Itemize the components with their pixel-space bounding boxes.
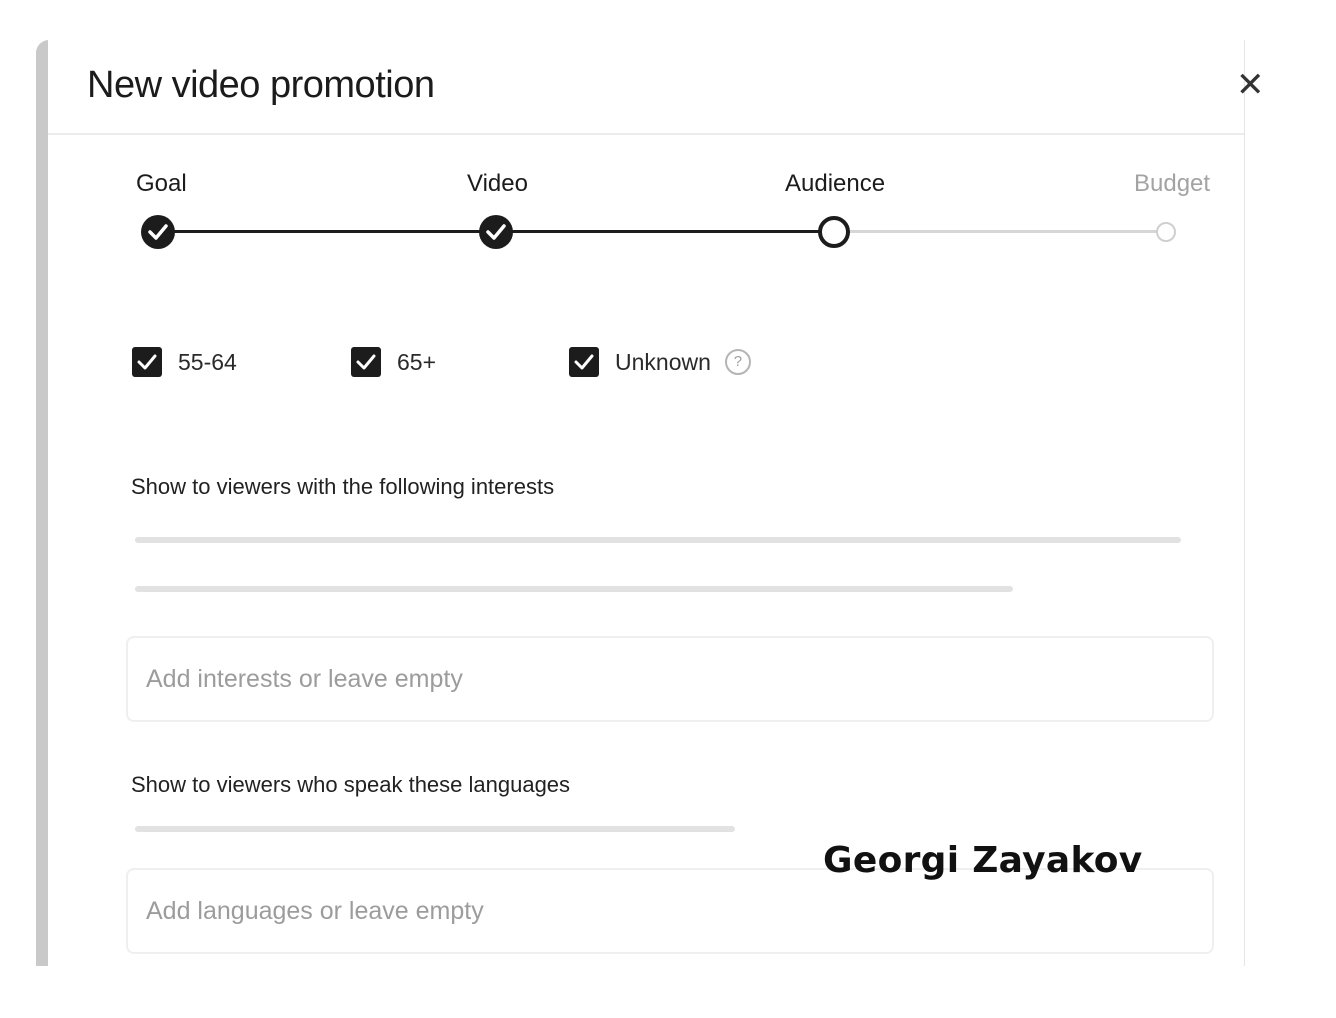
checkbox-checked-icon[interactable] <box>132 347 162 377</box>
dialog-header: New video promotion ✕ <box>48 40 1265 135</box>
stepper-track-video-audience <box>498 230 834 233</box>
help-icon[interactable]: ? <box>724 349 751 375</box>
age-option-label: Unknown <box>615 348 711 375</box>
age-option-label: 55-64 <box>178 348 237 375</box>
step-node-budget[interactable] <box>1156 222 1176 242</box>
step-node-video-check-icon[interactable] <box>479 215 513 249</box>
age-option-65-plus[interactable]: 65+ <box>351 345 436 379</box>
author-watermark: Georgi Zayakov <box>823 840 1143 881</box>
step-node-audience[interactable] <box>818 216 850 248</box>
step-label-goal: Goal <box>136 170 187 197</box>
dialog-title: New video promotion <box>87 64 435 106</box>
age-option-label: 65+ <box>397 348 437 375</box>
step-label-video: Video <box>467 170 528 197</box>
step-label-audience: Audience <box>785 170 886 197</box>
interests-input[interactable] <box>144 658 1188 700</box>
checkbox-checked-icon[interactable] <box>351 347 381 377</box>
close-icon[interactable]: ✕ <box>1236 68 1265 102</box>
age-option-55-64[interactable]: 55-64 <box>132 345 237 379</box>
interests-section-label: Show to viewers with the following inter… <box>131 474 555 499</box>
languages-section-label: Show to viewers who speak these language… <box>131 772 571 797</box>
stepper-track-goal-video <box>158 230 498 233</box>
interests-description-line <box>135 537 1181 543</box>
step-node-goal-check-icon[interactable] <box>141 215 175 249</box>
promotion-dialog: New video promotion ✕ Goal Video Audienc… <box>48 40 1265 966</box>
interests-description-line <box>135 586 1013 592</box>
languages-description-line <box>135 826 735 832</box>
age-option-unknown[interactable]: Unknown ? <box>569 345 751 379</box>
stepper-track-audience-budget <box>848 230 1168 233</box>
checkbox-checked-icon[interactable] <box>569 347 599 377</box>
progress-stepper: Goal Video Audience Budget <box>48 160 1244 260</box>
age-checkbox-group: 55-64 65+ Unknown ? <box>48 345 1244 385</box>
step-label-budget: Budget <box>1134 170 1211 197</box>
interests-input-box[interactable] <box>126 636 1214 722</box>
languages-input[interactable] <box>144 890 1188 932</box>
